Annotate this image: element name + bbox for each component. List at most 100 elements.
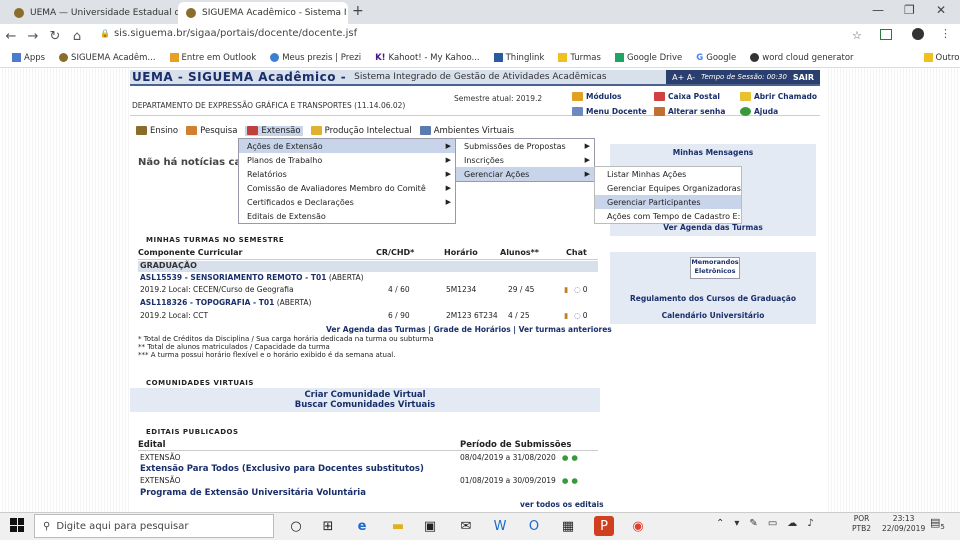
buscar-comunidade-link[interactable]: Buscar Comunidades Virtuais bbox=[130, 400, 600, 410]
search-placeholder: Digite aqui para pesquisar bbox=[56, 520, 189, 532]
regulamento-link[interactable]: Regulamento dos Cursos de Graduação bbox=[610, 294, 816, 303]
home-icon[interactable]: ⌂ bbox=[66, 29, 88, 44]
abrir-chamado-link[interactable]: Abrir Chamado bbox=[740, 92, 817, 101]
menu-item-tempo-cadastro[interactable]: Ações com Tempo de Cadastro E: bbox=[595, 209, 741, 223]
bookmark-kahoot[interactable]: K! Kahoot! - My Kahoo... bbox=[375, 53, 480, 63]
new-tab-icon[interactable]: + bbox=[352, 3, 364, 19]
calendario-link[interactable]: Calendário Universitário bbox=[610, 311, 816, 320]
reload-icon[interactable]: ↻ bbox=[44, 29, 66, 44]
battery-icon[interactable]: ▭ bbox=[768, 518, 777, 529]
turma-link[interactable]: ASL15539 - SENSORIAMENTO REMOTO - T01 bbox=[140, 273, 326, 282]
edital-link[interactable]: Extensão Para Todos (Exclusivo para Doce… bbox=[140, 464, 424, 474]
bookmark-prezi[interactable]: Meus prezis | Prezi bbox=[270, 53, 361, 63]
table-row: ASL118326 - TOPOGRAFIA - T01 (ABERTA) bbox=[140, 298, 312, 307]
star-icon[interactable]: ☆ bbox=[852, 29, 862, 42]
menu-pesquisa[interactable]: Pesquisa bbox=[186, 126, 237, 136]
caixa-postal-link[interactable]: Caixa Postal bbox=[654, 92, 720, 101]
menu-item-certificados[interactable]: Certificados e Declarações ▶ bbox=[239, 195, 455, 209]
taskbar-search[interactable]: ⚲ Digite aqui para pesquisar bbox=[34, 514, 274, 538]
notification-icon[interactable]: ▤5 bbox=[930, 516, 945, 531]
task-view-icon[interactable]: ⊞ bbox=[318, 516, 338, 536]
menu-item-acoes-extensao[interactable]: Ações de Extensão ▶ bbox=[239, 139, 455, 153]
logout-button[interactable]: SAIR bbox=[793, 73, 814, 82]
tab-siguema[interactable]: SIGUEMA Acadêmico - Sistema I ✕ bbox=[178, 2, 348, 24]
menu-item-comissao[interactable]: Comissão de Avaliadores Membro do Comitê… bbox=[239, 181, 455, 195]
alterar-senha-link[interactable]: Alterar senha bbox=[654, 107, 725, 116]
clock[interactable]: 23:13 22/09/2019 bbox=[882, 514, 925, 534]
explorer-icon[interactable]: ▬ bbox=[388, 516, 408, 536]
minimize-icon[interactable]: — bbox=[872, 3, 884, 17]
menu-producao[interactable]: Produção Intelectual bbox=[310, 126, 412, 136]
bookmark-outros[interactable]: Outros favoritos bbox=[923, 53, 960, 63]
submit-icon[interactable]: ● bbox=[571, 476, 578, 485]
edge-icon[interactable]: e bbox=[352, 516, 372, 536]
menu-ensino[interactable]: Ensino bbox=[136, 126, 178, 136]
bookmark-google[interactable]: G Google bbox=[696, 53, 736, 63]
windows-start-icon[interactable] bbox=[10, 518, 24, 532]
menu-item-submissoes[interactable]: Submissões de Propostas ▶ bbox=[456, 139, 594, 153]
profile-avatar[interactable] bbox=[912, 28, 924, 40]
calculator-icon[interactable]: ▦ bbox=[558, 516, 578, 536]
menu-item-relatorios[interactable]: Relatórios ▶ bbox=[239, 167, 455, 181]
menu-item-inscricoes[interactable]: Inscrições ▶ bbox=[456, 153, 594, 167]
table-row: 2019.2 Local: CECEN/Curso de Geografia 4… bbox=[140, 285, 588, 294]
font-size-controls[interactable]: A+ A- bbox=[672, 73, 695, 82]
outlook-app-icon[interactable]: O bbox=[524, 516, 544, 536]
bookmark-apps[interactable]: Apps bbox=[12, 53, 45, 63]
pen-icon[interactable]: ✎ bbox=[749, 518, 757, 529]
forum-icon[interactable]: ▮ bbox=[564, 311, 568, 320]
turma-link[interactable]: ASL118326 - TOPOGRAFIA - T01 bbox=[140, 298, 274, 307]
brand-subtitle: Sistema Integrado de Gestão de Atividade… bbox=[354, 72, 607, 82]
maximize-icon[interactable]: ❐ bbox=[904, 3, 915, 17]
menu-item-gerenciar-participantes[interactable]: Gerenciar Participantes bbox=[595, 195, 741, 209]
menu-ambientes[interactable]: Ambientes Virtuais bbox=[419, 126, 514, 136]
criar-comunidade-link[interactable]: Criar Comunidade Virtual bbox=[130, 390, 600, 400]
extension-icon[interactable] bbox=[880, 29, 892, 40]
window-close-icon[interactable]: ✕ bbox=[936, 3, 946, 17]
memorandos-button[interactable]: Memorandos Eletrônicos bbox=[690, 257, 740, 279]
minhas-mensagens-link[interactable]: Minhas Mensagens bbox=[610, 148, 816, 157]
menu-dots-icon[interactable]: ⋮ bbox=[940, 27, 951, 40]
tab-uema[interactable]: UEMA — Universidade Estadual d ✕ bbox=[6, 2, 178, 24]
modulos-link[interactable]: Módulos bbox=[572, 92, 622, 101]
cortana-icon[interactable]: ○ bbox=[286, 516, 306, 536]
turmas-links[interactable]: Ver Agenda das Turmas | Grade de Horário… bbox=[326, 325, 612, 334]
bookmark-thinglink[interactable]: Thinglink bbox=[493, 53, 544, 63]
chrome-icon[interactable]: ◉ bbox=[628, 516, 648, 536]
bookmark-outlook[interactable]: Entre em Outlook bbox=[169, 53, 256, 63]
powerpoint-icon[interactable]: P bbox=[594, 516, 614, 536]
menu-item-gerenciar-equipes[interactable]: Gerenciar Equipes Organizadoras bbox=[595, 181, 741, 195]
cloud-icon[interactable]: ☁ bbox=[787, 518, 797, 529]
back-icon[interactable]: ← bbox=[0, 29, 22, 44]
ajuda-link[interactable]: Ajuda bbox=[740, 107, 778, 116]
word-icon[interactable]: W bbox=[490, 516, 510, 536]
forum-icon[interactable]: ▮ bbox=[564, 285, 568, 294]
submit-icon[interactable]: ● bbox=[571, 453, 578, 462]
bookmark-drive[interactable]: Google Drive bbox=[614, 53, 682, 63]
language-indicator[interactable]: POR PTB2 bbox=[852, 514, 871, 534]
forward-icon[interactable]: → bbox=[22, 29, 44, 44]
mail-icon[interactable]: ✉ bbox=[456, 516, 476, 536]
menu-extensao[interactable]: Extensão bbox=[245, 125, 303, 136]
network-icon[interactable]: ▾ bbox=[734, 518, 739, 529]
chevron-up-icon[interactable]: ⌃ bbox=[716, 518, 724, 529]
turmas-table-header: Componente Curricular CR/CHD* Horário Al… bbox=[138, 248, 598, 260]
store-icon[interactable]: ▣ bbox=[420, 516, 440, 536]
view-icon[interactable]: ● bbox=[562, 453, 569, 462]
menu-item-editais[interactable]: Editais de Extensão bbox=[239, 209, 455, 223]
view-icon[interactable]: ● bbox=[562, 476, 569, 485]
menu-item-gerenciar-acoes[interactable]: Gerenciar Ações ▶ bbox=[456, 167, 594, 181]
volume-icon[interactable]: ♪ bbox=[807, 518, 813, 529]
edital-link[interactable]: Programa de Extensão Universitária Volun… bbox=[140, 488, 366, 498]
bookmark-turmas[interactable]: Turmas bbox=[558, 53, 601, 63]
chat-icon[interactable]: ◌ bbox=[574, 285, 581, 294]
ver-todos-editais-link[interactable]: ver todos os editais bbox=[520, 500, 604, 509]
menu-item-planos[interactable]: Planos de Trabalho ▶ bbox=[239, 153, 455, 167]
chat-icon[interactable]: ◌ bbox=[574, 311, 581, 320]
menu-item-listar-acoes[interactable]: Listar Minhas Ações bbox=[595, 167, 741, 181]
address-bar[interactable]: 🔒 sis.siguema.br/sigaa/portais/docente/d… bbox=[100, 28, 357, 39]
bookmark-siguema[interactable]: SIGUEMA Acadêm... bbox=[59, 53, 156, 63]
bookmark-wordcloud[interactable]: word cloud generator bbox=[750, 53, 854, 63]
menu-docente-link[interactable]: Menu Docente bbox=[572, 107, 647, 116]
agenda-link[interactable]: Ver Agenda das Turmas bbox=[610, 223, 816, 232]
